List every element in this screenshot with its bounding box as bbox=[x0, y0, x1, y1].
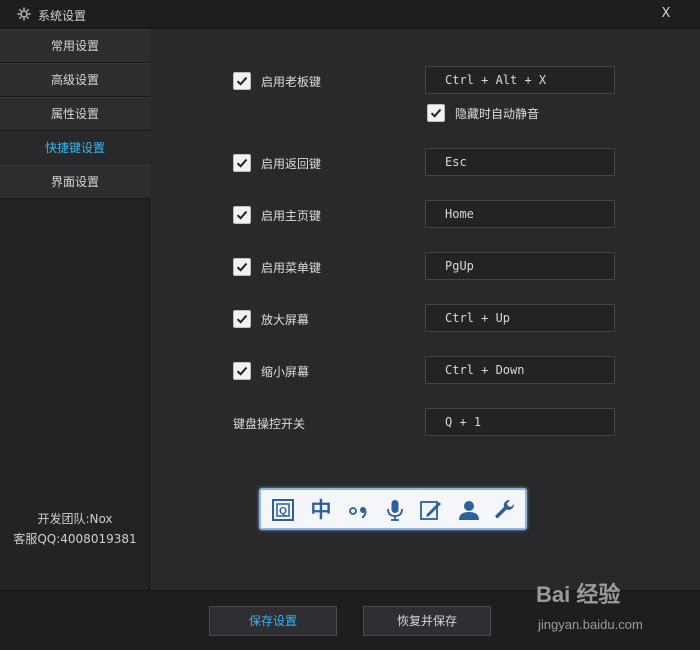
watermark-url: jingyan.baidu.com bbox=[538, 617, 643, 632]
window-title: 系统设置 bbox=[38, 9, 87, 23]
back-key-field[interactable]: Esc bbox=[425, 148, 615, 176]
hotkey-row-boss: 启用老板键 Ctrl + Alt + X bbox=[151, 66, 700, 94]
zoom-out-checkbox[interactable] bbox=[233, 362, 251, 380]
close-button[interactable]: X bbox=[654, 3, 678, 25]
sidebar-item-advanced[interactable]: 高级设置 bbox=[0, 63, 150, 97]
punctuation-icon[interactable] bbox=[347, 498, 371, 522]
save-settings-button[interactable]: 保存设置 bbox=[209, 606, 337, 636]
check-icon bbox=[236, 210, 248, 220]
microphone-icon[interactable] bbox=[383, 498, 407, 522]
menu-key-field[interactable]: PgUp bbox=[425, 252, 615, 280]
mute-on-hide-label: 隐藏时自动静音 bbox=[455, 107, 540, 121]
menu-key-checkbox[interactable] bbox=[233, 258, 251, 276]
user-icon[interactable] bbox=[457, 498, 481, 522]
sidebar-item-general[interactable]: 常用设置 bbox=[0, 29, 150, 63]
gear-icon bbox=[17, 7, 31, 21]
sidebar: 常用设置 高级设置 属性设置 快捷键设置 界面设置 开发团队:Nox 客服QQ:… bbox=[0, 29, 150, 590]
title-bar: 系统设置 X bbox=[0, 0, 700, 29]
sidebar-item-interface[interactable]: 界面设置 bbox=[0, 165, 150, 199]
chinese-mode-icon[interactable]: 中 bbox=[309, 498, 333, 522]
dev-team-text: 开发团队:Nox bbox=[37, 512, 113, 526]
check-icon bbox=[236, 366, 248, 376]
svg-text:Q: Q bbox=[279, 506, 287, 517]
home-key-label: 启用主页键 bbox=[261, 209, 322, 223]
zoom-in-field[interactable]: Ctrl + Up bbox=[425, 304, 615, 332]
check-icon bbox=[236, 76, 248, 86]
zoom-out-field[interactable]: Ctrl + Down bbox=[425, 356, 615, 384]
zoom-out-label: 缩小屏幕 bbox=[261, 365, 310, 379]
hotkey-row-zoom-out: 缩小屏幕 Ctrl + Down bbox=[151, 356, 700, 384]
zoom-in-label: 放大屏幕 bbox=[261, 313, 310, 327]
boss-key-checkbox[interactable] bbox=[233, 72, 251, 90]
baidu-jingyan-watermark: Bai 经验 jingyan.baidu.com bbox=[536, 575, 696, 645]
handwriting-icon[interactable] bbox=[419, 498, 443, 522]
boss-key-label: 启用老板键 bbox=[261, 75, 322, 89]
back-key-checkbox[interactable] bbox=[233, 154, 251, 172]
boss-key-field[interactable]: Ctrl + Alt + X bbox=[425, 66, 615, 94]
sidebar-info: 开发团队:Nox 客服QQ:4008019381 bbox=[0, 509, 150, 549]
hotkey-row-zoom-in: 放大屏幕 Ctrl + Up bbox=[151, 304, 700, 332]
hotkey-row-keyboard-control: 键盘操控开关 Q + 1 bbox=[151, 408, 700, 436]
check-icon bbox=[236, 262, 248, 272]
menu-key-label: 启用菜单键 bbox=[261, 261, 322, 275]
home-key-field[interactable]: Home bbox=[425, 200, 615, 228]
check-icon bbox=[236, 158, 248, 168]
ime-toolbar: Q 中 bbox=[259, 488, 527, 530]
keyboard-control-label: 键盘操控开关 bbox=[233, 417, 306, 431]
hotkey-row-back: 启用返回键 Esc bbox=[151, 148, 700, 176]
restore-and-save-button[interactable]: 恢复并保存 bbox=[363, 606, 491, 636]
ime-logo-icon[interactable]: Q bbox=[271, 498, 295, 522]
keyboard-control-field[interactable]: Q + 1 bbox=[425, 408, 615, 436]
sidebar-item-hotkeys[interactable]: 快捷键设置 bbox=[0, 131, 150, 165]
zoom-in-checkbox[interactable] bbox=[233, 310, 251, 328]
back-key-label: 启用返回键 bbox=[261, 157, 322, 171]
mute-on-hide-option: 隐藏时自动静音 bbox=[425, 103, 625, 123]
check-icon bbox=[430, 108, 442, 118]
hotkey-row-menu: 启用菜单键 PgUp bbox=[151, 252, 700, 280]
check-icon bbox=[236, 314, 248, 324]
support-qq-text: 客服QQ:4008019381 bbox=[13, 532, 137, 546]
hotkey-row-home: 启用主页键 Home bbox=[151, 200, 700, 228]
watermark-brand: Bai 经验 bbox=[536, 582, 621, 607]
wrench-icon[interactable] bbox=[493, 498, 517, 522]
mute-on-hide-checkbox[interactable] bbox=[427, 104, 445, 122]
home-key-checkbox[interactable] bbox=[233, 206, 251, 224]
sidebar-item-properties[interactable]: 属性设置 bbox=[0, 97, 150, 131]
hotkey-settings-panel: 启用老板键 Ctrl + Alt + X 隐藏时自动静音 启用返回键 Esc 启… bbox=[151, 29, 700, 590]
